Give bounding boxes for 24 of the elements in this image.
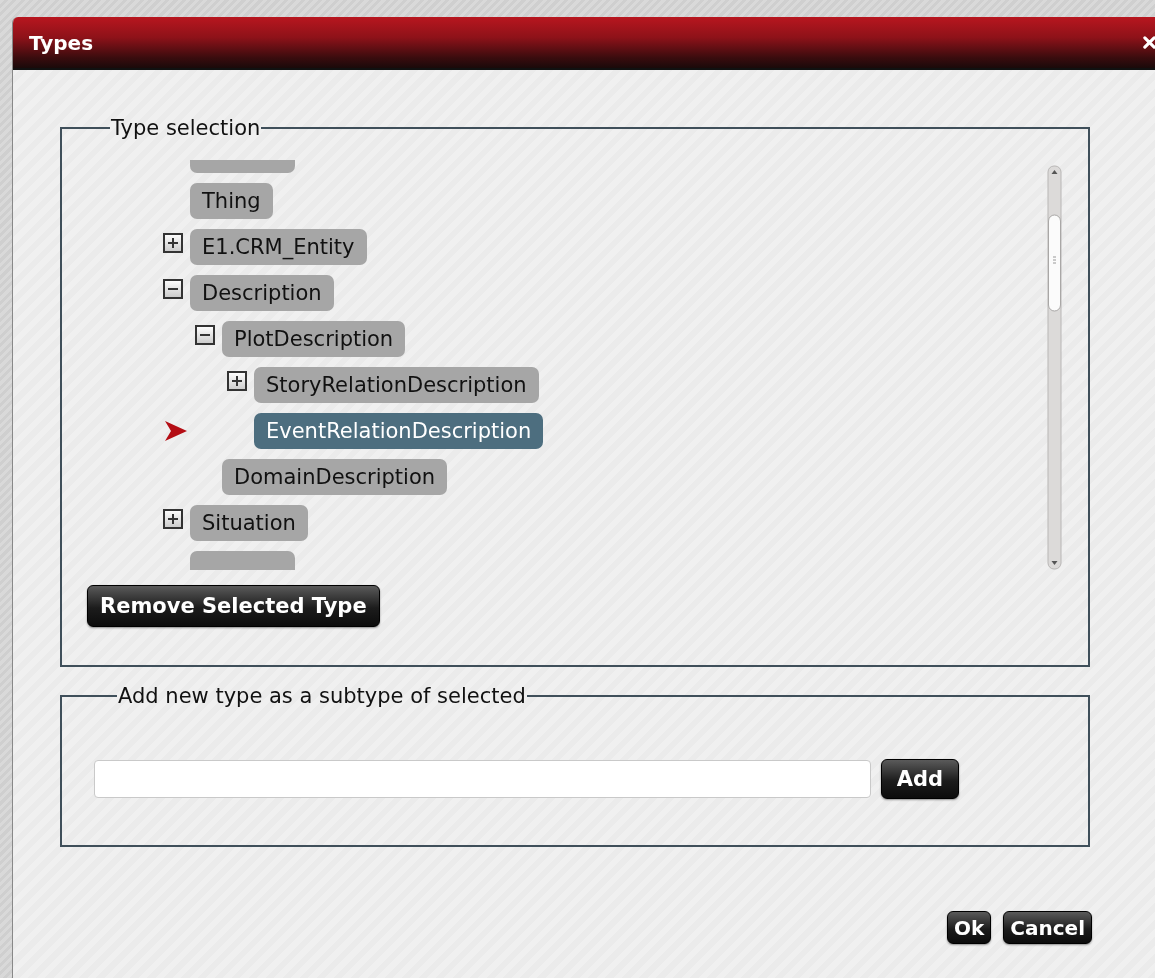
expand-icon[interactable] — [163, 509, 183, 529]
add-button[interactable]: Add — [881, 759, 959, 799]
expand-icon[interactable] — [163, 233, 183, 253]
remove-selected-type-button[interactable]: Remove Selected Type — [87, 585, 380, 627]
tree-node[interactable]: PlotDescription — [222, 321, 406, 357]
arrow-icon — [165, 421, 187, 441]
expand-icon[interactable] — [227, 371, 247, 391]
tree-node[interactable]: EventRelationDescription — [254, 413, 544, 449]
dialog-button[interactable]: Cancel — [1003, 911, 1092, 944]
group-legend: Type selection — [110, 116, 262, 140]
tree-node[interactable]: StoryRelationDescription — [254, 367, 539, 403]
tree-node[interactable]: DomainDescription — [222, 459, 448, 495]
tree-node[interactable]: Situation — [190, 505, 308, 541]
tree-node[interactable]: Thing — [190, 183, 273, 219]
tree-node[interactable]: Description — [190, 275, 334, 311]
tree-node[interactable]: E1.CRM_Entity — [190, 229, 367, 265]
scrollbar[interactable] — [1047, 165, 1062, 570]
collapse-icon[interactable] — [195, 325, 215, 345]
new-type-field[interactable] — [94, 760, 871, 798]
collapse-icon[interactable] — [163, 279, 183, 299]
dialog-title: Types — [29, 30, 94, 55]
group-legend: Add new type as a subtype of selected — [117, 684, 527, 708]
dialog-button[interactable]: Ok — [947, 911, 992, 944]
close-icon[interactable] — [1143, 36, 1155, 49]
